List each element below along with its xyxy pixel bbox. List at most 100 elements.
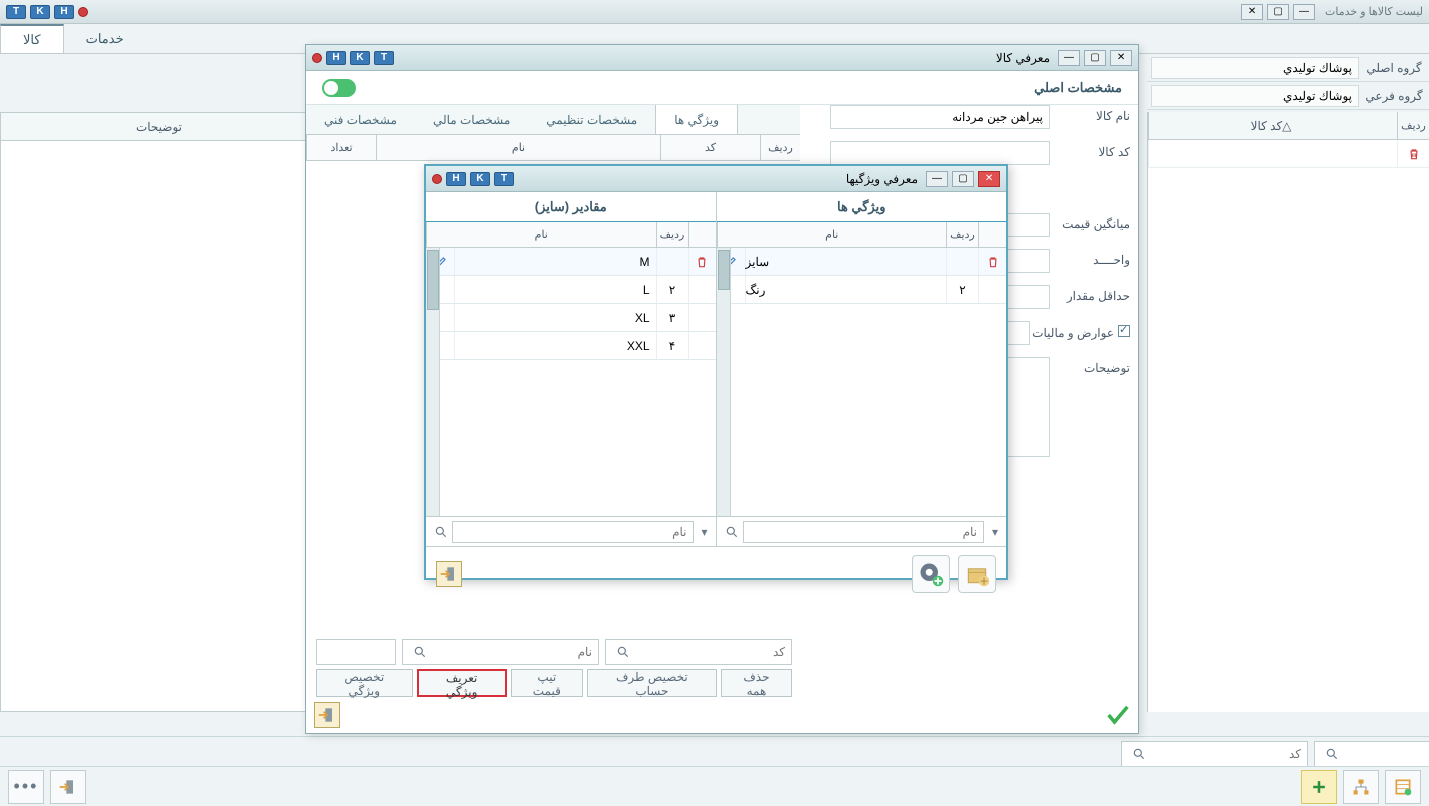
minqty-label: حداقل مقدار xyxy=(1050,285,1130,303)
app-dot-icon xyxy=(78,7,88,17)
box-settings-button[interactable] xyxy=(958,555,996,593)
value-row[interactable]: ۳ XL xyxy=(426,304,716,332)
main-search-code[interactable] xyxy=(1146,747,1301,761)
attrs-intro-modal: ✕ ▢ — معرفي ويژگيها T K H ويژگي ها رديف … xyxy=(424,164,1008,580)
badge-k: K xyxy=(470,172,490,186)
tab-financial[interactable]: مشخصات مالي xyxy=(415,105,528,134)
add-button[interactable] xyxy=(1301,770,1337,804)
attrs-scrollbar[interactable] xyxy=(717,248,731,516)
assign-account-button[interactable]: تخصيص طرف حساب xyxy=(587,669,717,697)
modal1-close-button[interactable]: ✕ xyxy=(1110,50,1132,66)
table-row[interactable] xyxy=(1148,140,1429,168)
tab-services[interactable]: خدمات xyxy=(64,24,146,53)
main-badges: H K T xyxy=(6,5,88,19)
product-modal-titlebar[interactable]: ✕ ▢ — معرفي كالا T K H xyxy=(306,45,1138,71)
tab-attrs[interactable]: ويژگي ها xyxy=(655,105,738,134)
values-col-name: نام xyxy=(426,222,656,247)
tab-config[interactable]: مشخصات تنظيمي xyxy=(528,105,655,134)
badge-h: H xyxy=(54,5,74,19)
exit-button[interactable] xyxy=(50,770,86,804)
price-type-button[interactable]: تيپ قيمت xyxy=(511,669,583,697)
maximize-button[interactable]: ▢ xyxy=(1267,4,1289,20)
products-table: رديف △كد كالا xyxy=(1147,112,1429,712)
more-button[interactable]: ••• xyxy=(8,770,44,804)
list-button[interactable] xyxy=(1385,770,1421,804)
main-window-controls: — ▢ ✕ xyxy=(1241,4,1315,20)
attrs-pane: ويژگي ها رديف نام سايز ۲ رنگ xyxy=(716,192,1007,516)
close-button[interactable]: ✕ xyxy=(1241,4,1263,20)
values-search-name[interactable] xyxy=(452,521,694,543)
modal2-minimize-button[interactable]: — xyxy=(926,171,948,187)
attr-search-name[interactable] xyxy=(427,645,592,659)
product-inner-tabs: مشخصات فني مشخصات مالي مشخصات تنظيمي ويژ… xyxy=(306,105,800,135)
modal1-minimize-button[interactable]: — xyxy=(1058,50,1080,66)
values-scrollbar[interactable] xyxy=(426,248,440,516)
modal2-maximize-button[interactable]: ▢ xyxy=(952,171,974,187)
app-dot-icon xyxy=(312,53,322,63)
active-toggle[interactable] xyxy=(322,79,356,97)
app-dot-icon xyxy=(432,174,442,184)
modal2-close-button[interactable]: ✕ xyxy=(978,171,1000,187)
groups-panel: گروه اصلي پوشاك توليدي گروه فرعي پوشاك ت… xyxy=(1147,54,1429,110)
values-pane-title: مقادير (سايز) xyxy=(426,192,716,222)
modal2-search: ▾ ▾ xyxy=(426,516,1006,546)
tab-goods[interactable]: كالا xyxy=(0,24,64,53)
attrs-search-name[interactable] xyxy=(743,521,985,543)
define-attr-button[interactable]: تعريف ويژگي xyxy=(417,669,507,697)
modal1-title: معرفي كالا xyxy=(996,51,1050,65)
code-input[interactable] xyxy=(830,141,1050,165)
main-title: ليست كالاها و خدمات xyxy=(1325,5,1423,18)
unit-label: واحــــد xyxy=(1050,249,1130,267)
attr-row[interactable]: سايز xyxy=(717,248,1007,276)
attr-col-code: كد xyxy=(660,135,760,160)
delete-all-button[interactable]: حذف همه xyxy=(721,669,792,697)
avgprice-label: ميانگين قيمت xyxy=(1050,213,1130,231)
main-group-dropdown[interactable]: پوشاك توليدي xyxy=(1151,57,1359,79)
tax-checkbox[interactable] xyxy=(1118,325,1130,337)
main-search-name[interactable] xyxy=(1339,747,1429,761)
tree-button[interactable] xyxy=(1343,770,1379,804)
badge-k: K xyxy=(30,5,50,19)
value-row[interactable]: M xyxy=(426,248,716,276)
value-row[interactable]: ۴ XXL xyxy=(426,332,716,360)
code-label: كد كالا xyxy=(1050,141,1130,159)
mid-bottom-bar xyxy=(0,736,1429,770)
assign-attr-button[interactable]: تخصيص ويژگي xyxy=(316,669,413,697)
modal2-titlebar[interactable]: ✕ ▢ — معرفي ويژگيها T K H xyxy=(426,166,1006,192)
desc-header: توضيحات xyxy=(1,113,317,141)
col-code[interactable]: △كد كالا xyxy=(1148,112,1397,139)
attr-row[interactable]: ۲ رنگ xyxy=(717,276,1007,304)
search-icon xyxy=(1325,747,1339,761)
main-group-label: گروه اصلي xyxy=(1359,61,1429,75)
trash-icon[interactable] xyxy=(1407,147,1421,161)
gear-add-button[interactable] xyxy=(912,555,950,593)
badge-h: H xyxy=(446,172,466,186)
badge-t: T xyxy=(494,172,514,186)
modal2-exit-button[interactable] xyxy=(436,561,462,587)
badge-t: T xyxy=(374,51,394,65)
sub-group-dropdown[interactable]: پوشاك توليدي xyxy=(1151,85,1359,107)
attr-col-name: نام xyxy=(376,135,660,160)
sub-group-label: گروه فرعي xyxy=(1359,89,1429,103)
trash-icon[interactable] xyxy=(695,255,709,269)
modal1-maximize-button[interactable]: ▢ xyxy=(1084,50,1106,66)
name-input[interactable] xyxy=(830,105,1050,129)
main-bottom-toolbar: ••• xyxy=(0,766,1429,806)
values-pane: مقادير (سايز) رديف نام M ۲ L xyxy=(426,192,716,516)
minimize-button[interactable]: — xyxy=(1293,4,1315,20)
section-title-main: مشخصات اصلي xyxy=(1034,80,1122,96)
badge-t: T xyxy=(6,5,26,19)
attr-search-code[interactable] xyxy=(630,645,785,659)
modal1-search-bar xyxy=(316,639,792,665)
values-rows-container: M ۲ L ۳ XL ۴ XXL xyxy=(426,248,716,516)
main-titlebar: H K T ليست كالاها و خدمات — ▢ ✕ xyxy=(0,0,1429,24)
confirm-check-button[interactable] xyxy=(1104,701,1132,729)
search-icon xyxy=(725,525,739,539)
values-col-radif: رديف xyxy=(656,222,688,247)
modal1-exit-button[interactable] xyxy=(314,702,340,728)
tax-label: عوارض و ماليات xyxy=(1030,321,1130,340)
tab-tech[interactable]: مشخصات فني xyxy=(306,105,415,134)
trash-icon[interactable] xyxy=(986,255,1000,269)
value-row[interactable]: ۲ L xyxy=(426,276,716,304)
col-radif[interactable]: رديف xyxy=(1397,112,1429,139)
